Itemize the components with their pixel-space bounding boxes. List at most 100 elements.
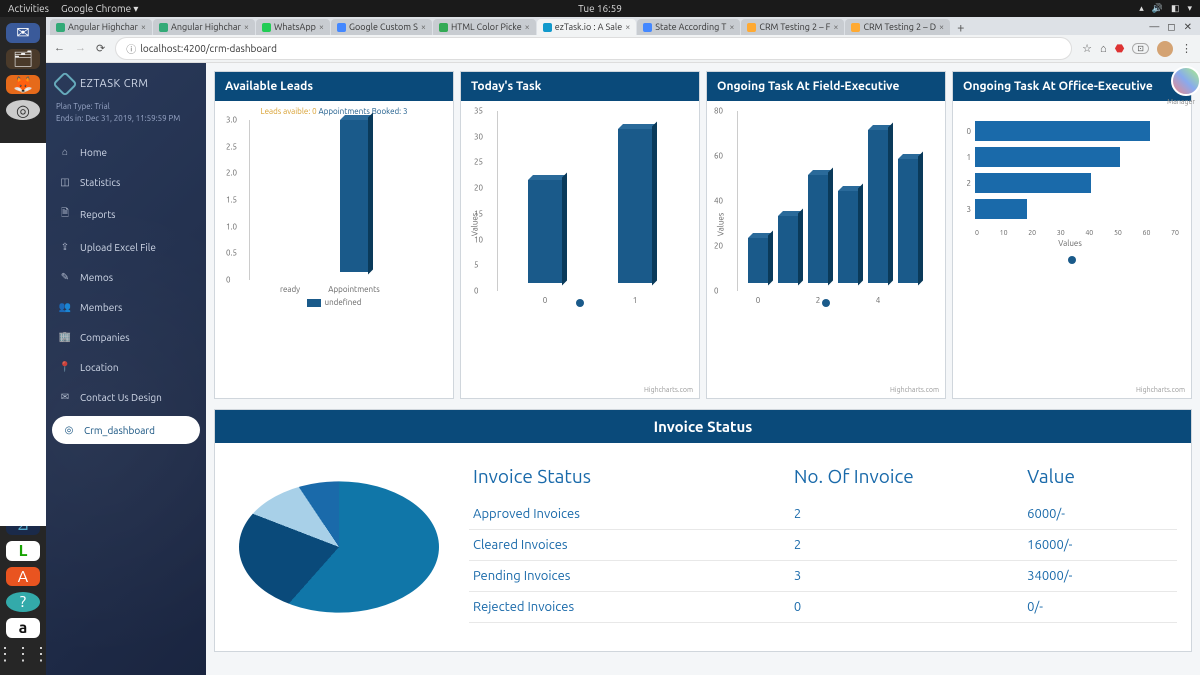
tab-close-icon[interactable]: × [833, 22, 838, 32]
favicon-icon [747, 23, 756, 32]
tab-close-icon[interactable]: × [729, 22, 734, 32]
nav-label: Home [80, 147, 107, 158]
browser-tab[interactable]: HTML Color Picke× [433, 19, 536, 35]
launcher-software-icon[interactable]: A [6, 567, 40, 587]
browser-tab[interactable]: Angular Highchar× [50, 19, 152, 35]
sidebar-item-crm-dashboard[interactable]: ◎Crm_dashboard [52, 416, 200, 444]
ext-home-icon[interactable]: ⌂ [1100, 43, 1107, 55]
invoice-row: Pending Invoices334000/- [469, 561, 1177, 592]
new-tab-button[interactable]: + [951, 21, 970, 35]
cell-value: 6000/- [1027, 507, 1173, 521]
tab-close-icon[interactable]: × [141, 22, 146, 32]
main-area: Available Leads Leads avaible: 0 Appoint… [206, 63, 1200, 675]
nav-reload-icon[interactable]: ⟳ [96, 42, 105, 55]
tab-close-icon[interactable]: × [939, 22, 944, 32]
nav-label: Companies [80, 332, 130, 343]
legend-dot-icon [822, 299, 830, 307]
sidebar-item-reports[interactable]: 🗎Reports [46, 197, 206, 232]
cell-value: 0/- [1027, 600, 1173, 614]
browser-tab[interactable]: WhatsApp× [256, 19, 330, 35]
invoice-pie-chart [229, 457, 449, 637]
cell-count: 2 [794, 507, 1027, 521]
sidebar-item-companies[interactable]: 🏢Companies [46, 322, 206, 352]
favicon-icon [643, 23, 652, 32]
nav-icon: ✉ [58, 391, 72, 403]
nav-label: Members [80, 302, 122, 313]
launcher-firefox-icon[interactable]: 🦊 [6, 75, 40, 95]
nav-label: Location [80, 362, 119, 373]
bookmark-icon[interactable]: ☆ [1082, 42, 1092, 55]
topbar-clock[interactable]: Tue 16:59 [578, 3, 622, 14]
cell-count: 2 [794, 538, 1027, 552]
profile-avatar-icon[interactable] [1157, 41, 1173, 57]
tab-close-icon[interactable]: × [625, 22, 630, 32]
cell-status: Approved Invoices [473, 507, 794, 521]
leads-summary: Leads avaible: 0 Appointments Booked: 3 [221, 107, 447, 116]
power-icon[interactable]: ▾ [1187, 3, 1192, 14]
sidebar-item-memos[interactable]: ✎Memos [46, 262, 206, 292]
window-maximize-icon[interactable]: ◻ [1167, 21, 1175, 33]
chart-credit: Highcharts.com [1136, 386, 1185, 394]
browser-tab[interactable]: ezTask.io : A Sale× [537, 19, 637, 35]
os-top-bar: Activities Google Chrome ▾ Tue 16:59 ▴ 🔊… [0, 0, 1200, 17]
brand[interactable]: EZTASK CRM [46, 75, 206, 101]
sidebar-item-home[interactable]: ⌂ Home [46, 137, 206, 167]
brand-text: EZTASK CRM [80, 78, 148, 90]
nav-forward-icon[interactable]: → [75, 42, 86, 55]
invoice-table: Invoice Status No. Of Invoice Value Appr… [469, 457, 1177, 637]
launcher-amazon-icon[interactable]: a [6, 618, 40, 638]
launcher-libreoffice-icon[interactable]: L [6, 541, 40, 561]
sidebar-item-upload-excel-file[interactable]: ⇪Upload Excel File [46, 232, 206, 262]
tab-close-icon[interactable]: × [319, 22, 324, 32]
browser-tab[interactable]: Angular Highchar× [153, 19, 255, 35]
user-avatar-icon[interactable] [1171, 66, 1200, 96]
launcher-apps-icon[interactable]: ⋮⋮⋮ [6, 644, 40, 665]
url-input[interactable]: ⓘ localhost:4200/crm-dashboard [115, 37, 1072, 60]
browser-tab[interactable]: Google Custom S× [331, 19, 432, 35]
tab-strip: Angular Highchar×Angular Highchar×WhatsA… [46, 17, 1200, 35]
window-close-icon[interactable]: ✕ [1184, 21, 1192, 33]
nav-label: Upload Excel File [80, 242, 156, 253]
cell-status: Cleared Invoices [473, 538, 794, 552]
site-info-icon[interactable]: ⓘ [126, 41, 136, 56]
card-title: Available Leads [215, 72, 453, 101]
tab-close-icon[interactable]: × [421, 22, 426, 32]
sidebar-item-location[interactable]: 📍 Location [46, 352, 206, 382]
network-icon[interactable]: ▴ [1139, 3, 1144, 14]
launcher-files-icon[interactable]: 🗂 [6, 49, 40, 69]
favicon-icon [439, 23, 448, 32]
nav-icon: ⌂ [58, 146, 72, 158]
address-bar: ← → ⟳ ⓘ localhost:4200/crm-dashboard ☆ ⌂… [46, 35, 1200, 63]
chrome-menu-icon[interactable]: ⋮ [1181, 42, 1192, 55]
browser-tab[interactable]: State According T× [637, 19, 740, 35]
ext-adblock-icon[interactable]: ⬣ [1115, 42, 1125, 55]
volume-icon[interactable]: 🔊 [1152, 3, 1163, 14]
nav-back-icon[interactable]: ← [54, 42, 65, 55]
col-status: Invoice Status [473, 465, 794, 487]
launcher-thunderbird-icon[interactable]: ✉ [6, 23, 40, 43]
launcher-settings-icon[interactable]: ◎ [6, 100, 40, 120]
favicon-icon [337, 23, 346, 32]
tab-close-icon[interactable]: × [525, 22, 530, 32]
tab-close-icon[interactable]: × [244, 22, 249, 32]
browser-tab[interactable]: CRM Testing 2 – F× [741, 19, 844, 35]
y-axis-label: Values [716, 212, 725, 236]
activities[interactable]: Activities [8, 3, 49, 14]
topbar-app[interactable]: Google Chrome ▾ [61, 3, 138, 15]
sidebar-item-members[interactable]: 👥 Members [46, 292, 206, 322]
sidebar-item-contact-us-design[interactable]: ✉ Contact Us Design [46, 382, 206, 412]
ext-pill-icon[interactable]: ⊡ [1132, 43, 1149, 54]
tab-label: Angular Highchar [68, 22, 138, 32]
nav-label: Contact Us Design [80, 392, 162, 403]
nav-icon: 📍 [58, 361, 72, 373]
nav-icon: 👥 [58, 301, 72, 313]
chart-credit: Highcharts.com [644, 386, 693, 394]
sidebar-item-statistics[interactable]: ◫Statistics [46, 167, 206, 197]
browser-tab[interactable]: CRM Testing 2 – D× [845, 19, 950, 35]
battery-icon[interactable]: ◧ [1171, 3, 1180, 14]
launcher-help-icon[interactable]: ? [6, 592, 40, 612]
tab-label: Google Custom S [349, 22, 418, 32]
window-minimize-icon[interactable]: — [1149, 21, 1159, 33]
chrome-window: Angular Highchar×Angular Highchar×WhatsA… [46, 17, 1200, 675]
plan-type: Plan Type: Trial [56, 101, 196, 113]
